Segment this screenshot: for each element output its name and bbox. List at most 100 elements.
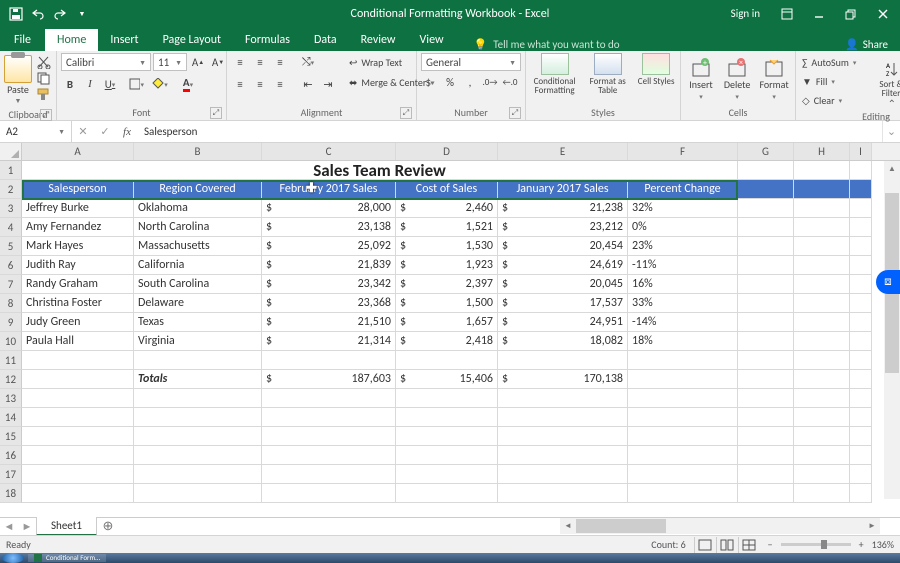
cell[interactable] — [738, 199, 794, 218]
name-box[interactable]: A2▼ — [0, 121, 72, 142]
increase-indent-icon[interactable]: ⇥ — [319, 75, 337, 93]
cell[interactable] — [794, 408, 850, 427]
row-header[interactable]: 12 — [0, 370, 22, 389]
alignment-dialog-icon[interactable]: ⤢ — [400, 107, 412, 119]
col-header[interactable]: C — [262, 143, 396, 160]
cell[interactable]: Jeffrey Burke — [22, 199, 134, 218]
number-dialog-icon[interactable]: ⤢ — [509, 107, 521, 119]
cell[interactable] — [850, 351, 872, 370]
cell[interactable] — [738, 351, 794, 370]
cell[interactable]: $21,839 — [262, 256, 396, 275]
tell-me-search[interactable]: 💡 Tell me what you want to do — [456, 38, 620, 51]
cell[interactable]: South Carolina — [134, 275, 262, 294]
tab-formulas[interactable]: Formulas — [233, 29, 302, 51]
row-header[interactable]: 7 — [0, 275, 22, 294]
share-button[interactable]: 👤 Share — [845, 38, 900, 51]
cell[interactable] — [850, 427, 872, 446]
cell[interactable]: $23,342 — [262, 275, 396, 294]
cell[interactable] — [794, 427, 850, 446]
cell[interactable] — [498, 465, 628, 484]
cell[interactable]: 0% — [628, 218, 738, 237]
cell[interactable] — [134, 446, 262, 465]
cell[interactable]: Percent Change — [628, 180, 738, 199]
cell[interactable]: $1,500 — [396, 294, 498, 313]
row-header[interactable]: 11 — [0, 351, 22, 370]
sheet-tab[interactable]: Sheet1 — [36, 517, 97, 536]
cell[interactable] — [850, 218, 872, 237]
cell[interactable] — [396, 446, 498, 465]
bold-button[interactable]: B — [61, 75, 79, 93]
cell[interactable]: Totals — [134, 370, 262, 389]
cell[interactable] — [738, 389, 794, 408]
enter-formula-icon[interactable]: ✓ — [94, 125, 116, 138]
col-header[interactable]: B — [134, 143, 262, 160]
align-center-icon[interactable]: ≡ — [251, 75, 269, 93]
cell[interactable]: $23,212 — [498, 218, 628, 237]
cell[interactable]: $2,397 — [396, 275, 498, 294]
cell[interactable] — [396, 465, 498, 484]
cell[interactable] — [850, 408, 872, 427]
cell[interactable] — [850, 161, 872, 180]
cell[interactable]: 23% — [628, 237, 738, 256]
cell[interactable]: -14% — [628, 313, 738, 332]
cell[interactable] — [794, 161, 850, 180]
cell[interactable] — [738, 408, 794, 427]
row-header[interactable]: 17 — [0, 465, 22, 484]
cell[interactable] — [850, 484, 872, 503]
cell[interactable] — [396, 351, 498, 370]
cell[interactable] — [738, 218, 794, 237]
cell[interactable]: $1,923 — [396, 256, 498, 275]
cell[interactable] — [262, 446, 396, 465]
cell[interactable] — [850, 370, 872, 389]
cell[interactable] — [738, 370, 794, 389]
cell[interactable] — [850, 465, 872, 484]
paste-button[interactable]: Paste ▼ — [4, 53, 32, 107]
cell[interactable] — [628, 446, 738, 465]
decrease-font-icon[interactable]: A▼ — [209, 53, 227, 71]
collapse-ribbon-icon[interactable]: ⌃ — [888, 97, 896, 110]
font-name-combo[interactable]: Calibri▼ — [61, 53, 151, 71]
cell[interactable] — [628, 351, 738, 370]
cell[interactable] — [794, 256, 850, 275]
cell[interactable] — [22, 484, 134, 503]
cell[interactable] — [498, 484, 628, 503]
zoom-out-button[interactable]: − — [768, 538, 773, 551]
fill-color-button[interactable]: ▾ — [147, 75, 173, 93]
minimize-icon[interactable] — [804, 0, 834, 27]
sheet-nav-prev-icon[interactable]: ◄ — [0, 520, 18, 533]
cell[interactable] — [738, 465, 794, 484]
cell[interactable] — [794, 465, 850, 484]
zoom-level[interactable]: 136% — [872, 538, 894, 551]
cell[interactable] — [850, 237, 872, 256]
worksheet-grid[interactable]: A B C D E F G H I 1234567891011121314151… — [0, 143, 900, 517]
cell[interactable] — [794, 389, 850, 408]
cell[interactable] — [738, 332, 794, 351]
cell[interactable]: $1,530 — [396, 237, 498, 256]
fill-button[interactable]: ▼Fill▾ — [800, 72, 868, 90]
percent-format-icon[interactable]: % — [441, 73, 459, 91]
cell[interactable]: $2,418 — [396, 332, 498, 351]
row-header[interactable]: 18 — [0, 484, 22, 503]
cell[interactable] — [262, 427, 396, 446]
cell[interactable]: 18% — [628, 332, 738, 351]
cell[interactable] — [262, 351, 396, 370]
tab-home[interactable]: Home — [45, 29, 98, 51]
cell[interactable] — [134, 427, 262, 446]
cell[interactable]: Amy Fernandez — [22, 218, 134, 237]
cell[interactable] — [794, 351, 850, 370]
cell[interactable] — [850, 256, 872, 275]
tab-data[interactable]: Data — [302, 29, 349, 51]
cell[interactable]: Texas — [134, 313, 262, 332]
increase-font-icon[interactable]: A▲ — [189, 53, 207, 71]
cell[interactable]: $170,138 — [498, 370, 628, 389]
cell[interactable]: January 2017 Sales — [498, 180, 628, 199]
cell[interactable]: $23,138 — [262, 218, 396, 237]
cell[interactable] — [850, 446, 872, 465]
cell[interactable] — [498, 351, 628, 370]
save-icon[interactable] — [6, 4, 26, 24]
comma-format-icon[interactable]: , — [461, 73, 479, 91]
row-header[interactable]: 5 — [0, 237, 22, 256]
row-header[interactable]: 4 — [0, 218, 22, 237]
cell[interactable] — [22, 427, 134, 446]
cell[interactable] — [262, 408, 396, 427]
